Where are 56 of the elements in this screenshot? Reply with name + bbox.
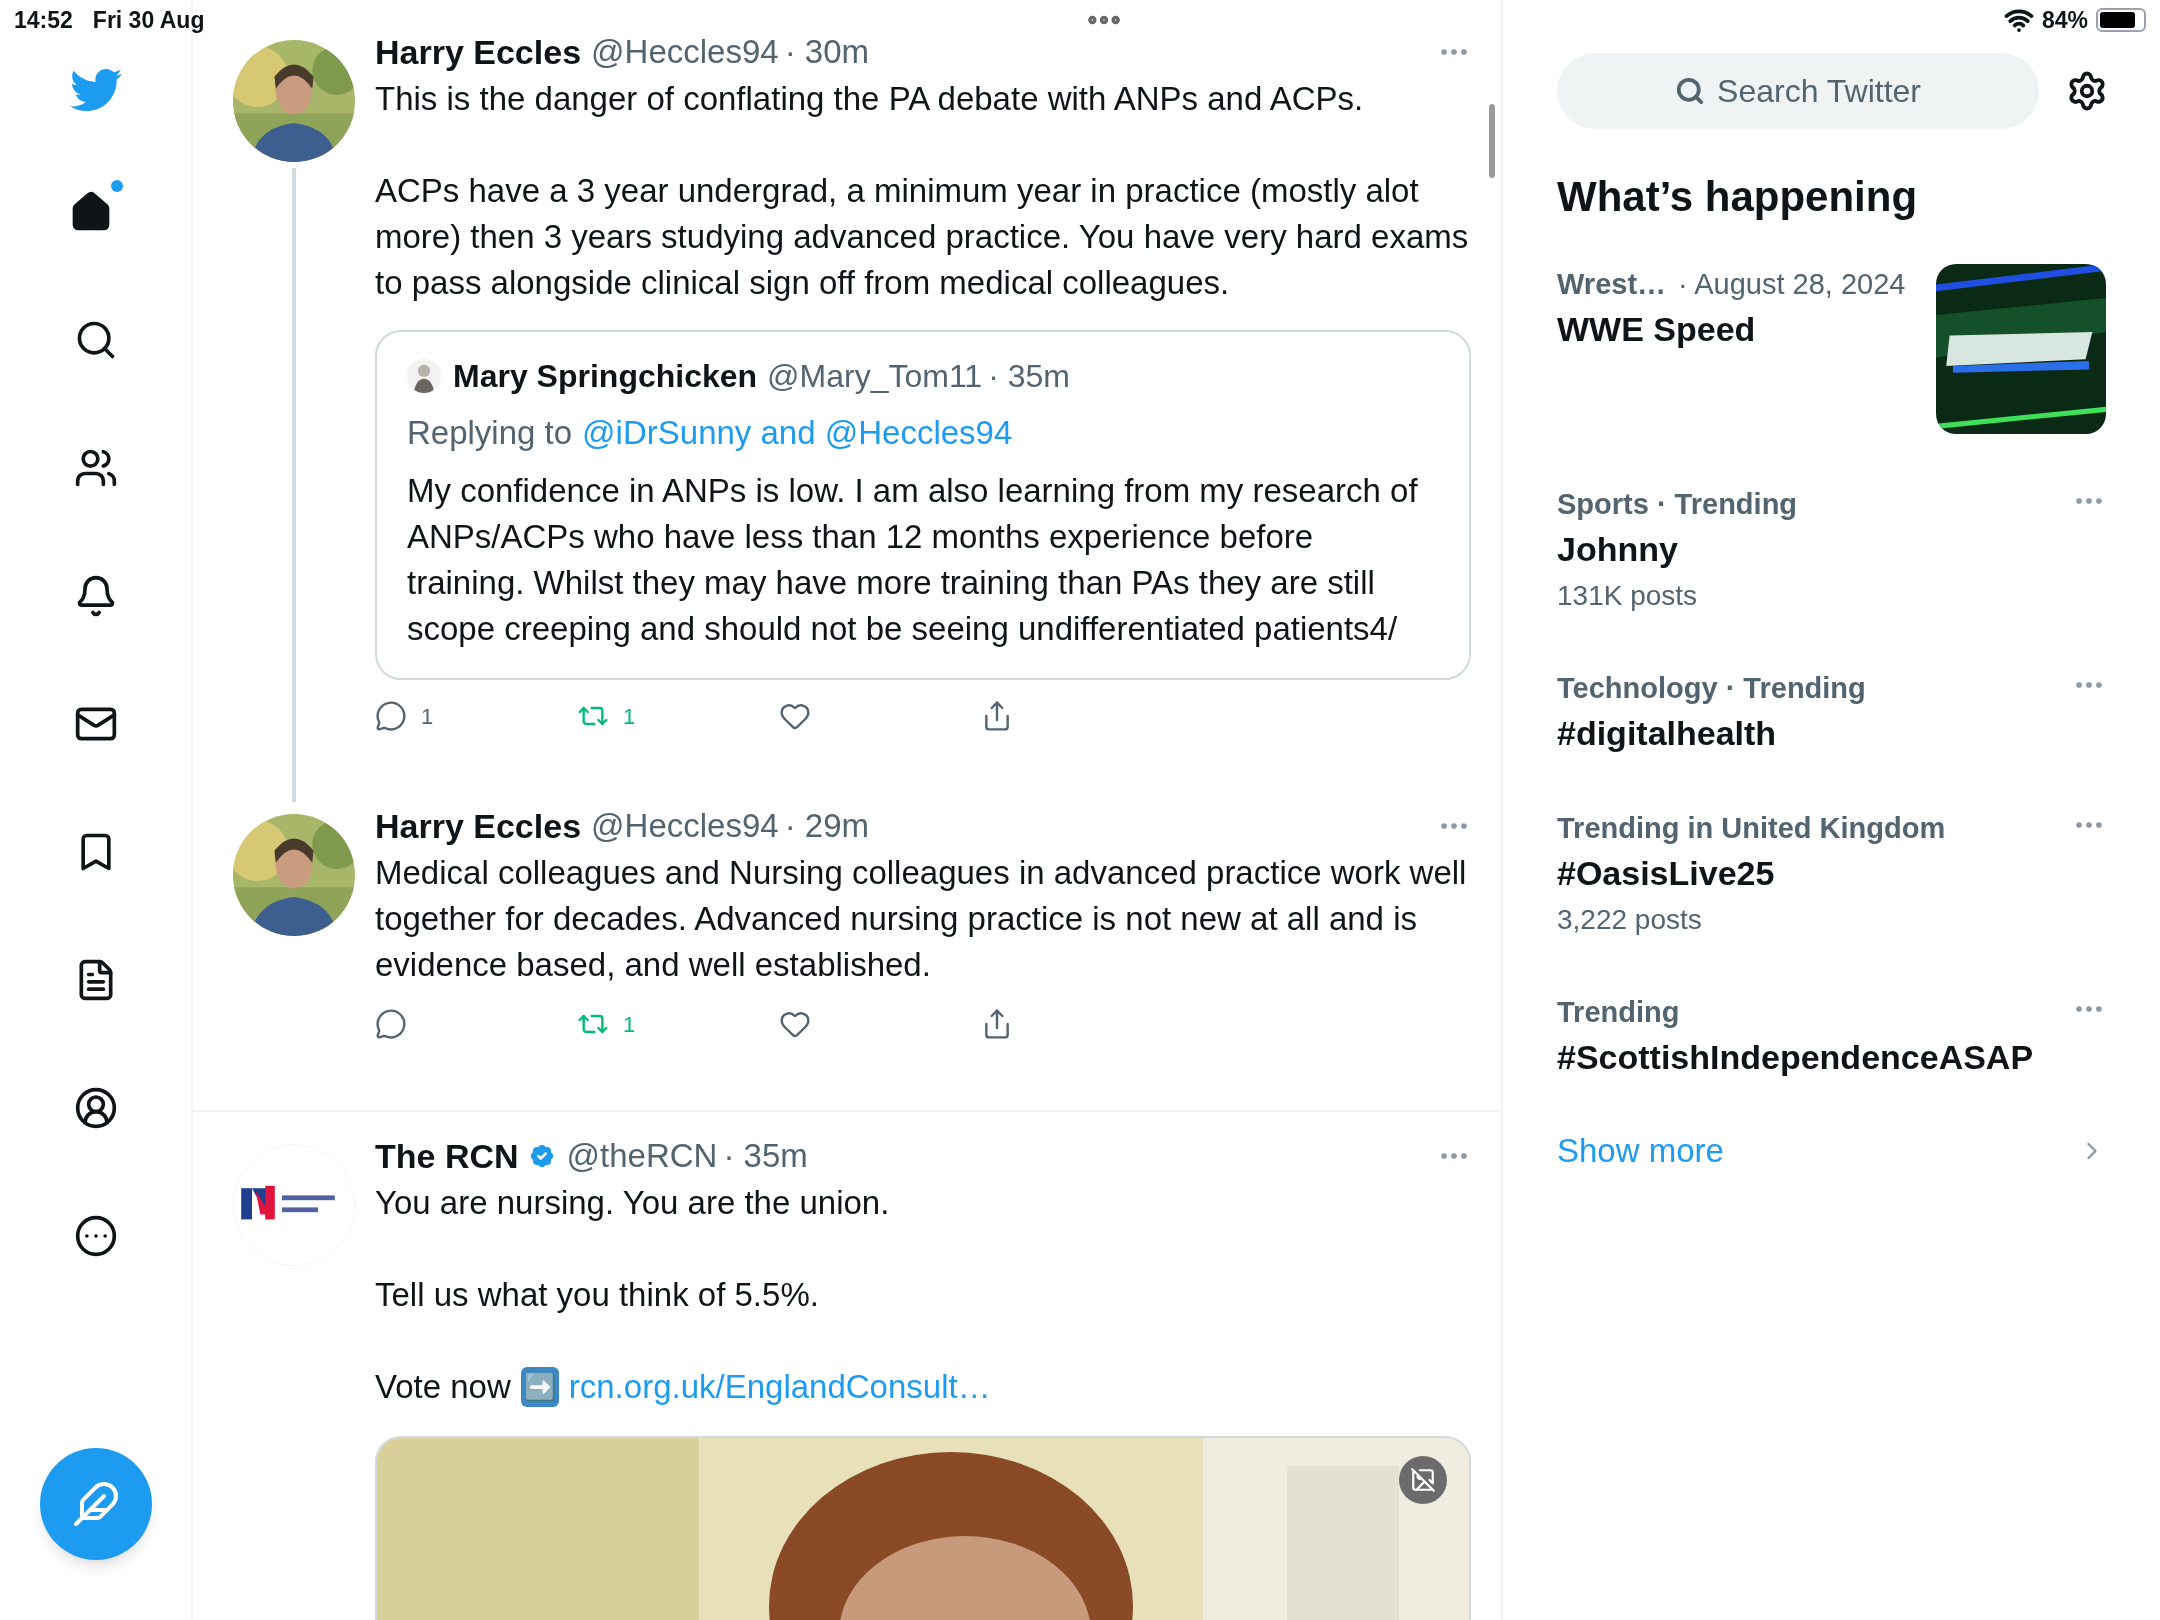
- tweet-text: You are nursing. You are the union.: [375, 1183, 891, 1223]
- trend-title: #digitalhealth: [1557, 713, 1778, 754]
- quoted-tweet-text: My confidence in ANPs is low. I am also learning from my research of ANPs/ACPs who have less than 12 months experience before training. Whilst they may have more training than PAs they are still scope creeping and should not be seeing undifferentiated patients4/: [407, 471, 1419, 649]
- trend-item[interactable]: Trending in United Kingdom #OasisLive25 3,222 posts: [1557, 808, 2106, 942]
- author-name: Harry Eccles: [375, 805, 582, 847]
- trend-title: #OasisLive25: [1557, 853, 1776, 894]
- trend-item[interactable]: Sports · Trending Johnny 131K posts: [1557, 484, 2106, 618]
- trend-item[interactable]: Trending #ScottishIndependenceASAP: [1557, 992, 2106, 1082]
- tweet-time: · 35m: [723, 1136, 808, 1177]
- tweet-text: Tell us what you think of 5.5%.: [375, 1275, 820, 1315]
- replying-label: Replying to: [407, 413, 573, 453]
- trend-category: Trending: [1557, 995, 1680, 1030]
- action-count: 1: [623, 702, 636, 731]
- trend-category: Technology · Trending: [1557, 671, 1866, 706]
- tweet-text: Vote now: [375, 1367, 511, 1407]
- trend-title: WWE Speed: [1557, 309, 1757, 350]
- quoted-tweet-card[interactable]: [375, 330, 1471, 680]
- trend-category: Trending in United Kingdom: [1557, 811, 1946, 846]
- tweet-handle: @Heccles94: [591, 32, 779, 73]
- search-icon: [1675, 76, 1706, 106]
- reply-icon[interactable]: [375, 700, 407, 732]
- feather-icon: [71, 1480, 120, 1528]
- arrow-emoji: ➡: [520, 1367, 559, 1407]
- trend-posts: 3,222 posts: [1557, 903, 1703, 937]
- tweet-time: · 30m: [784, 32, 869, 73]
- tweet-time: · 35m: [988, 357, 1070, 396]
- trend-title: Johnny: [1557, 529, 1679, 570]
- tweet-handle: @Mary_Tom11: [767, 357, 983, 396]
- trend-date: · August 28, 2024: [1678, 267, 1906, 302]
- status-time: 14:52: [14, 5, 73, 35]
- trend-posts: 131K posts: [1557, 579, 1699, 613]
- author-name: The RCN: [375, 1135, 519, 1177]
- tweet-time: · 29m: [784, 806, 869, 847]
- status-date: Fri 30 Aug: [92, 5, 205, 35]
- trend-item[interactable]: Wrest… · August 28, 2024 WWE Speed: [1557, 264, 2106, 434]
- action-count: 1: [623, 1010, 636, 1039]
- tweet-handle: @Heccles94: [591, 806, 779, 847]
- battery-percent: 84%: [2041, 5, 2088, 35]
- more-circle-icon[interactable]: [73, 1214, 118, 1258]
- tweet-text: Medical colleagues and Nursing colleagues in advanced practice work well together for decades. Advanced nursing practice is not new at all and is evidence based, and well established.: [375, 853, 1468, 985]
- section-title: What’s happening: [1557, 172, 1919, 222]
- trend-category: Sports · Trending: [1557, 487, 1798, 522]
- tweet-handle: @theRCN: [566, 1136, 718, 1177]
- search-field[interactable]: Search Twitter: [1557, 53, 2039, 129]
- trend-title: #ScottishIndependenceASAP: [1557, 1037, 2035, 1078]
- settings-icon[interactable]: [2066, 70, 2108, 112]
- trend-item[interactable]: Technology · Trending #digitalhealth: [1557, 668, 2106, 758]
- tweet-text: ACPs have a 3 year undergrad, a minimum year in practice (mostly alot more) then 3 years studying advanced practice. You have very hard exams to pass alongside clinical sign off from medical colleagues.: [375, 171, 1470, 303]
- author-name: Mary Springchicken: [453, 357, 758, 396]
- reply-icon[interactable]: [375, 1008, 407, 1040]
- trend-category: Wrest…: [1557, 267, 1667, 302]
- tweet-text: This is the danger of conflating the PA debate with ANPs and ACPs.: [375, 79, 1365, 119]
- action-count: 1: [421, 702, 434, 731]
- battery-icon: [2096, 8, 2146, 32]
- author-name: Harry Eccles: [375, 31, 582, 73]
- profile-icon[interactable]: [73, 1086, 118, 1130]
